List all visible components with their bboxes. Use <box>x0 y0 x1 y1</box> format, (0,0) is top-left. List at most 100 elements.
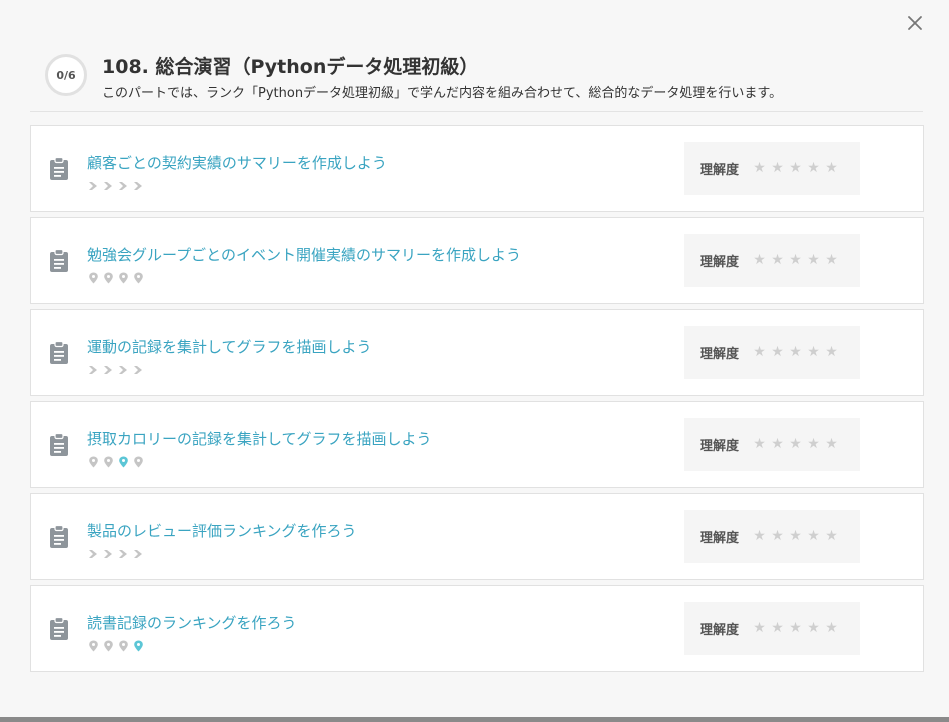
clipboard-icon <box>49 524 69 549</box>
clipboard-icon <box>49 248 69 273</box>
star-rating: ★ ★ ★ ★ ★ <box>752 437 839 452</box>
star-icon[interactable]: ★ <box>770 161 785 176</box>
chevron-right-icon <box>88 361 99 374</box>
lesson-card[interactable]: 運動の記録を集計してグラフを描画しよう 理解度 ★ ★ ★ ★ ★ <box>30 309 924 396</box>
section-header: 0/6 108. 総合演習（Pythonデータ処理初級） このパートでは、ランク… <box>30 42 923 112</box>
page-bottom-edge <box>0 717 949 722</box>
map-pin-icon <box>118 269 129 284</box>
star-icon[interactable]: ★ <box>788 621 803 636</box>
lesson-tags <box>88 176 144 190</box>
progress-indicator: 0/6 <box>45 54 87 96</box>
star-icon[interactable]: ★ <box>806 161 821 176</box>
star-icon[interactable]: ★ <box>788 529 803 544</box>
chevron-right-icon <box>118 545 129 558</box>
lesson-modal: 0/6 108. 総合演習（Pythonデータ処理初級） このパートでは、ランク… <box>0 0 949 717</box>
map-pin-icon <box>118 453 129 468</box>
star-icon[interactable]: ★ <box>788 253 803 268</box>
star-rating: ★ ★ ★ ★ ★ <box>752 529 839 544</box>
star-rating: ★ ★ ★ ★ ★ <box>752 621 839 636</box>
clipboard-icon <box>49 340 69 365</box>
star-rating: ★ ★ ★ ★ ★ <box>752 161 839 176</box>
lesson-title-link[interactable]: 製品のレビュー評価ランキングを作ろう <box>87 520 357 541</box>
lesson-title-link[interactable]: 勉強会グループごとのイベント開催実績のサマリーを作成しよう <box>87 244 521 265</box>
chevron-right-icon <box>103 361 114 374</box>
star-icon[interactable]: ★ <box>770 529 785 544</box>
star-icon[interactable]: ★ <box>806 253 821 268</box>
chevron-right-icon <box>103 177 114 190</box>
star-icon[interactable]: ★ <box>824 529 839 544</box>
chevron-right-icon <box>88 545 99 558</box>
rating-label: 理解度 <box>700 439 740 454</box>
lesson-tags <box>88 452 144 468</box>
chevron-right-icon <box>133 361 144 374</box>
close-button[interactable] <box>903 11 927 35</box>
chevron-right-icon <box>118 361 129 374</box>
star-icon[interactable]: ★ <box>806 529 821 544</box>
chevron-right-icon <box>88 177 99 190</box>
star-rating: ★ ★ ★ ★ ★ <box>752 345 839 360</box>
understanding-rating: 理解度 ★ ★ ★ ★ ★ <box>684 234 860 287</box>
star-icon[interactable]: ★ <box>770 621 785 636</box>
close-icon[interactable] <box>903 11 927 35</box>
clipboard-icon <box>49 156 69 181</box>
star-icon[interactable]: ★ <box>806 345 821 360</box>
star-icon[interactable]: ★ <box>788 345 803 360</box>
star-icon[interactable]: ★ <box>824 161 839 176</box>
star-rating: ★ ★ ★ ★ ★ <box>752 253 839 268</box>
rating-label: 理解度 <box>700 163 740 178</box>
chevron-right-icon <box>133 177 144 190</box>
lesson-tags <box>88 544 144 558</box>
lesson-tags <box>88 360 144 374</box>
clipboard-icon <box>49 616 69 641</box>
chevron-right-icon <box>118 177 129 190</box>
map-pin-icon <box>88 453 99 468</box>
lesson-card[interactable]: 読書記録のランキングを作ろう 理解度 ★ ★ ★ ★ ★ <box>30 585 924 672</box>
map-pin-icon <box>133 637 144 652</box>
lesson-card[interactable]: 顧客ごとの契約実績のサマリーを作成しよう 理解度 ★ ★ ★ ★ ★ <box>30 125 924 212</box>
map-pin-icon <box>88 637 99 652</box>
lesson-title-link[interactable]: 読書記録のランキングを作ろう <box>87 612 297 633</box>
lesson-card[interactable]: 製品のレビュー評価ランキングを作ろう 理解度 ★ ★ ★ ★ ★ <box>30 493 924 580</box>
lesson-tags <box>88 636 144 652</box>
chevron-right-icon <box>103 545 114 558</box>
star-icon[interactable]: ★ <box>824 621 839 636</box>
map-pin-icon <box>133 269 144 284</box>
star-icon[interactable]: ★ <box>824 345 839 360</box>
rating-label: 理解度 <box>700 347 740 362</box>
understanding-rating: 理解度 ★ ★ ★ ★ ★ <box>684 142 860 195</box>
star-icon[interactable]: ★ <box>770 345 785 360</box>
star-icon[interactable]: ★ <box>752 345 767 360</box>
star-icon[interactable]: ★ <box>752 621 767 636</box>
section-title: 108. 総合演習（Pythonデータ処理初級） <box>102 56 479 78</box>
lesson-list: 顧客ごとの契約実績のサマリーを作成しよう 理解度 ★ ★ ★ ★ ★ 勉強会グループごとのイベ… <box>30 125 924 677</box>
understanding-rating: 理解度 ★ ★ ★ ★ ★ <box>684 510 860 563</box>
star-icon[interactable]: ★ <box>788 437 803 452</box>
star-icon[interactable]: ★ <box>752 161 767 176</box>
star-icon[interactable]: ★ <box>788 161 803 176</box>
star-icon[interactable]: ★ <box>752 437 767 452</box>
map-pin-icon <box>88 269 99 284</box>
lesson-title-link[interactable]: 運動の記録を集計してグラフを描画しよう <box>87 336 372 357</box>
understanding-rating: 理解度 ★ ★ ★ ★ ★ <box>684 602 860 655</box>
star-icon[interactable]: ★ <box>824 253 839 268</box>
star-icon[interactable]: ★ <box>770 437 785 452</box>
lesson-card[interactable]: 摂取カロリーの記録を集計してグラフを描画しよう 理解度 ★ ★ ★ ★ ★ <box>30 401 924 488</box>
section-description: このパートでは、ランク「Pythonデータ処理初級」で学んだ内容を組み合わせて、… <box>102 86 783 101</box>
map-pin-icon <box>133 453 144 468</box>
star-icon[interactable]: ★ <box>824 437 839 452</box>
star-icon[interactable]: ★ <box>806 621 821 636</box>
star-icon[interactable]: ★ <box>806 437 821 452</box>
map-pin-icon <box>118 637 129 652</box>
chevron-right-icon <box>133 545 144 558</box>
lesson-card[interactable]: 勉強会グループごとのイベント開催実績のサマリーを作成しよう 理解度 ★ ★ ★ ★ ★ <box>30 217 924 304</box>
map-pin-icon <box>103 637 114 652</box>
star-icon[interactable]: ★ <box>770 253 785 268</box>
lesson-title-link[interactable]: 摂取カロリーの記録を集計してグラフを描画しよう <box>87 428 432 449</box>
star-icon[interactable]: ★ <box>752 253 767 268</box>
understanding-rating: 理解度 ★ ★ ★ ★ ★ <box>684 418 860 471</box>
map-pin-icon <box>103 453 114 468</box>
lesson-title-link[interactable]: 顧客ごとの契約実績のサマリーを作成しよう <box>87 152 387 173</box>
star-icon[interactable]: ★ <box>752 529 767 544</box>
understanding-rating: 理解度 ★ ★ ★ ★ ★ <box>684 326 860 379</box>
rating-label: 理解度 <box>700 623 740 638</box>
